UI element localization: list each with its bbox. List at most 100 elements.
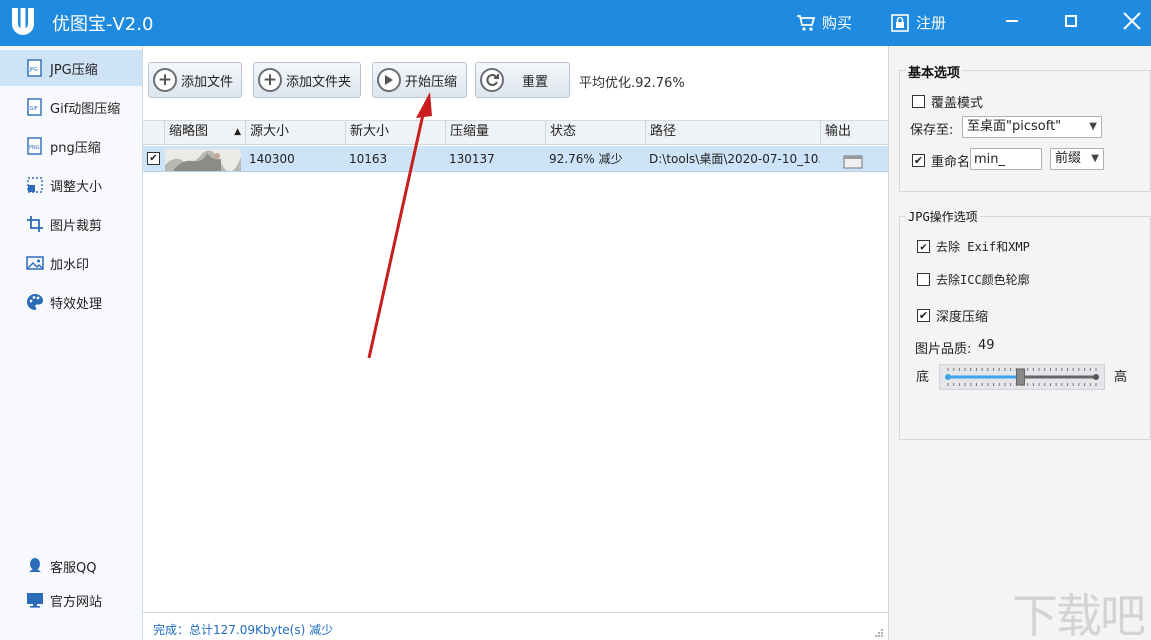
checkbox-box: ✔ — [917, 240, 930, 253]
add-folder-label: 添加文件夹 — [286, 71, 351, 90]
buy-label: 购买 — [822, 12, 852, 33]
reset-label: 重置 — [522, 71, 548, 90]
column-header-thumbnail[interactable]: 缩略图 ▲ — [164, 121, 245, 145]
minimize-button[interactable] — [994, 6, 1030, 36]
row-checkbox[interactable]: ✔ — [147, 152, 160, 165]
annotation-arrow-icon — [360, 88, 440, 368]
status-text: 完成：总计127.09Kbyte(s) 减少 — [153, 621, 333, 638]
maximize-button[interactable] — [1053, 6, 1089, 36]
site-watermark: 下载吧 — [1012, 580, 1144, 640]
app-logo-icon — [8, 6, 38, 38]
resize-icon — [26, 176, 44, 194]
register-label: 注册 — [916, 12, 946, 33]
column-header-saved[interactable]: 压缩量 — [445, 121, 545, 145]
lock-icon — [890, 13, 910, 33]
maximize-icon — [1063, 13, 1079, 29]
title-bar: 优图宝-V2.0 购买 注册 — [0, 0, 1151, 46]
quality-slider[interactable] — [939, 364, 1105, 390]
column-header-source-size[interactable]: 源大小 — [245, 121, 345, 145]
sidebar-item-qq-support[interactable]: 客服QQ — [0, 548, 142, 584]
add-folder-button[interactable]: + 添加文件夹 — [253, 62, 361, 98]
sidebar-item-gif-compress[interactable]: GIF Gif动图压缩 — [0, 89, 142, 125]
sidebar-item-jpg-compress[interactable]: JPG JPG压缩 — [0, 50, 142, 86]
column-header-status[interactable]: 状态 — [545, 121, 645, 145]
buy-button[interactable]: 购买 — [796, 12, 852, 33]
basic-options-group: 基本选项 覆盖模式 保存至: 至桌面"picsoft" ▼ ✔ 重命名 前缀 ▼ — [899, 70, 1151, 192]
svg-text:JPG: JPG — [29, 67, 38, 73]
close-icon — [1122, 11, 1142, 31]
source-size-cell: 140300 — [245, 146, 345, 172]
jpg-file-icon: JPG — [26, 59, 44, 77]
thumbnail-image — [165, 146, 241, 172]
table-header: 缩略图 ▲ 源大小 新大小 压缩量 状态 路径 输出 — [143, 121, 888, 145]
column-header-output[interactable]: 输出 — [820, 121, 888, 145]
quality-value: 49 — [978, 338, 995, 353]
checkbox-box — [917, 273, 930, 286]
sidebar-item-label: JPG压缩 — [50, 59, 98, 78]
slider-track — [940, 365, 1104, 389]
checkbox-box: ✔ — [912, 154, 925, 167]
sidebar-item-resize[interactable]: 调整大小 — [0, 167, 142, 203]
affix-select[interactable]: 前缀 ▼ — [1050, 148, 1104, 170]
table-row[interactable]: ✔ 140300 10163 130137 92.76% 减少 D:\tools… — [143, 146, 888, 172]
overwrite-checkbox[interactable]: 覆盖模式 — [912, 92, 983, 111]
monitor-icon — [26, 591, 44, 609]
sort-up-icon: ▲ — [234, 121, 241, 143]
cart-icon — [796, 14, 816, 32]
add-file-label: 添加文件 — [181, 71, 233, 90]
open-folder-icon[interactable] — [843, 146, 867, 172]
chevron-down-icon: ▼ — [1089, 117, 1097, 137]
sidebar-item-website[interactable]: 官方网站 — [0, 582, 142, 618]
start-compress-label: 开始压缩 — [405, 71, 457, 90]
add-file-button[interactable]: + 添加文件 — [148, 62, 242, 98]
saved-cell: 130137 — [445, 146, 545, 172]
slider-start-dot — [945, 374, 951, 380]
slider-end-dot — [1093, 374, 1099, 380]
column-header-path[interactable]: 路径 — [645, 121, 820, 145]
basic-options-title: 基本选项 — [906, 62, 962, 81]
chevron-down-icon: ▼ — [1091, 149, 1099, 169]
resize-grip-icon[interactable] — [874, 628, 884, 638]
checkbox-box: ✔ — [917, 309, 930, 322]
status-cell: 92.76% 减少 — [545, 146, 645, 172]
toolbar: + 添加文件 + 添加文件夹 开始压缩 重置 平均优化.92.76% — [143, 46, 888, 120]
sidebar-item-effects[interactable]: 特效处理 — [0, 284, 142, 320]
crop-icon — [26, 215, 44, 233]
sidebar-item-label: png压缩 — [50, 137, 101, 156]
svg-text:PNG: PNG — [29, 145, 40, 151]
deep-compress-checkbox[interactable]: ✔ 深度压缩 — [917, 306, 988, 325]
remove-exif-checkbox[interactable]: ✔ 去除 Exif和XMP — [917, 238, 1030, 255]
watermark-image-icon — [26, 254, 44, 272]
sidebar-item-label: Gif动图压缩 — [50, 98, 120, 117]
jpg-options-title: JPG操作选项 — [906, 208, 980, 225]
rename-checkbox[interactable]: ✔ 重命名 — [912, 151, 970, 170]
sidebar-item-crop[interactable]: 图片裁剪 — [0, 206, 142, 242]
checkbox-box — [912, 95, 925, 108]
svg-text:GIF: GIF — [30, 106, 38, 112]
refresh-icon — [480, 68, 504, 92]
sidebar-item-label: 特效处理 — [50, 293, 102, 312]
sidebar-item-watermark[interactable]: 加水印 — [0, 245, 142, 281]
png-file-icon: PNG — [26, 137, 44, 155]
options-panel: 基本选项 覆盖模式 保存至: 至桌面"picsoft" ▼ ✔ 重命名 前缀 ▼… — [888, 46, 1151, 640]
sidebar-item-png-compress[interactable]: PNG png压缩 — [0, 128, 142, 164]
plus-icon: + — [258, 68, 282, 92]
sidebar-item-label: 图片裁剪 — [50, 215, 102, 234]
register-button[interactable]: 注册 — [890, 12, 946, 33]
path-cell: D:\tools\桌面\2020-07-10_10... — [645, 146, 820, 172]
sidebar-item-label: 官方网站 — [50, 591, 102, 610]
plus-icon: + — [153, 68, 177, 92]
gif-file-icon: GIF — [26, 98, 44, 116]
remove-icc-checkbox[interactable]: 去除ICC颜色轮廓 — [917, 271, 1030, 288]
save-to-select[interactable]: 至桌面"picsoft" ▼ — [962, 116, 1102, 138]
sidebar-item-label: 加水印 — [50, 254, 89, 273]
sidebar-item-label: 调整大小 — [50, 176, 102, 195]
reset-button[interactable]: 重置 — [475, 62, 570, 98]
sidebar: JPG JPG压缩 GIF Gif动图压缩 PNG png压缩 调整大小 图片裁… — [0, 46, 143, 640]
quality-low-label: 底 — [916, 366, 929, 385]
status-bar: 完成：总计127.09Kbyte(s) 减少 — [143, 612, 888, 640]
rename-input[interactable] — [970, 148, 1042, 170]
file-table: 缩略图 ▲ 源大小 新大小 压缩量 状态 路径 输出 ✔ 140300 1016… — [143, 120, 888, 608]
close-button[interactable] — [1114, 6, 1150, 36]
jpg-options-group: JPG操作选项 ✔ 去除 Exif和XMP 去除ICC颜色轮廓 ✔ 深度压缩 图… — [899, 216, 1151, 440]
